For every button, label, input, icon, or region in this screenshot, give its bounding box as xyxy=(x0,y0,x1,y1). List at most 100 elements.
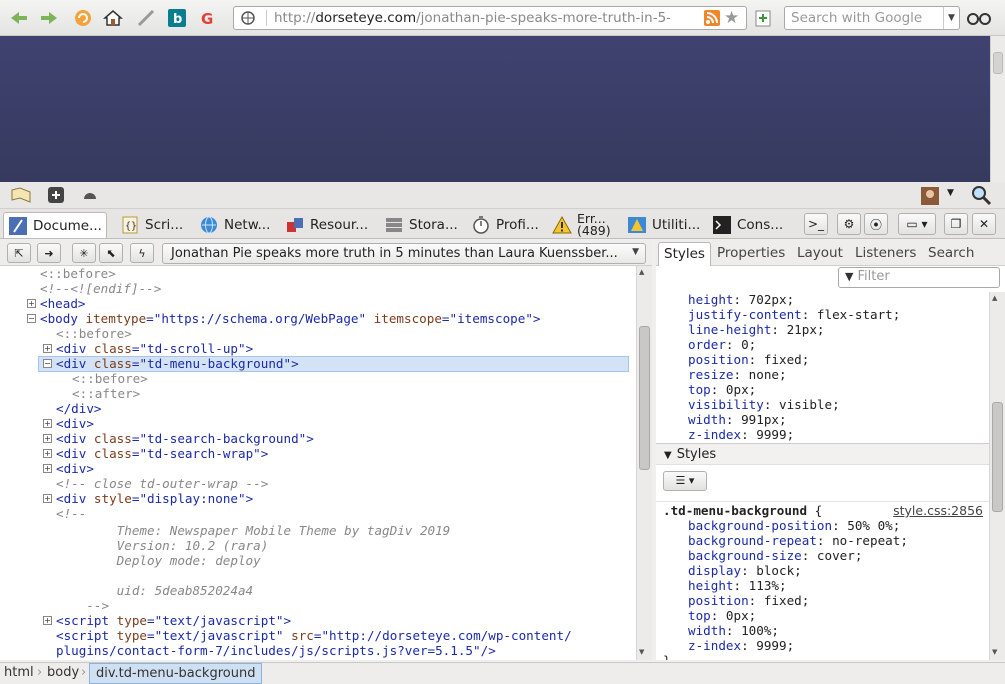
declaration-line[interactable]: display: block; xyxy=(688,563,989,578)
dom-node-line[interactable]: <div class="td-scroll-up"> xyxy=(56,341,253,356)
undock-icon[interactable]: ❐ xyxy=(944,213,968,235)
dom-node-line[interactable]: <::before> xyxy=(72,371,148,386)
expand-twisty-icon[interactable]: + xyxy=(43,449,52,458)
dom-node-line[interactable]: <div style="display:none"> xyxy=(56,491,253,506)
tab-utilities[interactable]: Utiliti... xyxy=(627,212,700,238)
expand-twisty-icon[interactable]: + xyxy=(27,299,36,308)
tab-errors[interactable]: Err... (489) xyxy=(552,212,611,238)
dom-node-line[interactable]: <!--<![endif]--> xyxy=(40,281,161,296)
user-avatar[interactable] xyxy=(921,187,939,209)
tab-styles[interactable]: Styles xyxy=(658,242,711,266)
next-node-icon[interactable]: ➜ xyxy=(37,243,61,263)
style-filter-input[interactable]: ▼ Filter xyxy=(838,267,1000,288)
tab-console[interactable]: Cons... xyxy=(712,212,783,238)
dom-node-line[interactable]: </div> xyxy=(56,401,102,416)
declaration-line[interactable]: height: 113%; xyxy=(688,578,989,593)
dom-tree[interactable]: <::before> <!--<![endif]--> <head> + <body i… xyxy=(0,266,636,660)
dom-node-line[interactable]: Version: 10.2 (rara) xyxy=(56,538,269,553)
google-icon[interactable]: G xyxy=(196,7,218,29)
declaration-line[interactable]: background-repeat: no-repeat; xyxy=(688,533,989,548)
scrollbar-thumb[interactable] xyxy=(992,402,1003,512)
collapse-twisty-icon[interactable]: − xyxy=(43,359,52,368)
dom-node-line[interactable]: <::after> xyxy=(72,386,140,401)
reader-icon[interactable] xyxy=(10,186,32,208)
dom-tree-scrollbar[interactable]: ▲ ▼ xyxy=(636,266,652,660)
settings-gear-icon[interactable]: ⚙ xyxy=(837,213,861,235)
computed-style-line[interactable]: height: 702px; xyxy=(688,292,989,307)
dock-mode-dropdown[interactable]: ▭ ▾ xyxy=(898,213,936,235)
styles-scrollbar[interactable]: ▲ ▼ xyxy=(989,292,1005,660)
tab-listeners[interactable]: Listeners xyxy=(855,245,916,261)
collapse-twisty-icon[interactable]: − xyxy=(27,314,36,323)
breadcrumb-body[interactable]: body xyxy=(47,665,79,680)
declaration-line[interactable]: background-size: cover; xyxy=(688,548,989,563)
tab-layout[interactable]: Layout xyxy=(797,245,843,261)
tab-network[interactable]: Netw... xyxy=(199,212,270,238)
breadcrumb-current[interactable]: div.td-menu-background xyxy=(89,663,263,684)
dom-node-line[interactable]: <::before> xyxy=(40,266,116,281)
bookmark-star-icon[interactable]: ★ xyxy=(724,8,739,28)
dom-node-line[interactable]: plugins/contact-form-7/includes/js/scrip… xyxy=(56,643,496,658)
computed-style-line[interactable]: width: 991px; xyxy=(688,412,989,427)
tab-profiler[interactable]: Profi... xyxy=(471,212,539,238)
rss-feed-icon[interactable] xyxy=(704,10,720,30)
pick-node-icon[interactable]: ⬉ xyxy=(99,243,123,263)
computed-style-line[interactable]: top: 0px; xyxy=(688,382,989,397)
console-toggle-button[interactable]: >_ xyxy=(804,213,828,235)
tab-resources[interactable]: Resour... xyxy=(285,212,368,238)
expand-twisty-icon[interactable]: + xyxy=(43,464,52,473)
tab-document[interactable]: Docume... xyxy=(3,212,107,238)
forward-arrow-icon[interactable] xyxy=(38,7,60,29)
dom-node-line[interactable]: <!-- close td-outer-wrap --> xyxy=(56,476,268,491)
node-selector-dropdown[interactable]: Jonathan Pie speaks more truth in 5 minu… xyxy=(162,243,646,264)
url-text[interactable]: http://dorseteye.com/jonathan-pie-speaks… xyxy=(274,10,670,26)
dom-node-line[interactable]: Theme: Newspaper Mobile Theme by tagDiv … xyxy=(56,523,451,538)
dom-node-line[interactable]: <!-- xyxy=(56,506,86,521)
expand-twisty-icon[interactable]: + xyxy=(43,494,52,503)
computed-style-line[interactable]: resize: none; xyxy=(688,367,989,382)
expand-twisty-icon[interactable]: + xyxy=(43,616,52,625)
dom-node-line[interactable]: Deploy mode: deploy xyxy=(56,553,261,568)
pen-icon[interactable] xyxy=(135,7,157,29)
speed-dial-icon[interactable] xyxy=(82,187,98,207)
breadcrumb-html[interactable]: html xyxy=(4,665,34,680)
url-bar[interactable]: http://dorseteye.com/jonathan-pie-speaks… xyxy=(233,6,747,30)
computed-style-line[interactable]: order: 0; xyxy=(688,337,989,352)
dom-node-line[interactable]: <div class="td-search-background"> xyxy=(56,431,314,446)
event-lightning-icon[interactable]: ϟ xyxy=(130,243,154,263)
dom-node-line[interactable]: <script type="text/javascript" src="http… xyxy=(56,628,572,643)
computed-style-line[interactable]: justify-content: flex-start; xyxy=(688,307,989,322)
dom-node-line[interactable]: <div class="td-menu-background"> xyxy=(56,356,299,371)
search-box[interactable]: Search with Google ▼ xyxy=(784,6,960,30)
fullscreen-icon[interactable] xyxy=(48,187,64,207)
zoom-magnifier-icon[interactable] xyxy=(970,184,992,210)
dom-node-line[interactable]: <::before> xyxy=(56,326,132,341)
back-arrow-icon[interactable] xyxy=(8,7,30,29)
declaration-line[interactable]: position: fixed; xyxy=(688,593,989,608)
computed-style-line[interactable]: visibility: visible; xyxy=(688,397,989,412)
expand-twisty-icon[interactable]: + xyxy=(43,344,52,353)
declaration-line[interactable]: width: 100%; xyxy=(688,623,989,638)
web-page-viewport[interactable] xyxy=(0,36,990,182)
declaration-line[interactable]: background-position: 50% 0%; xyxy=(688,518,989,533)
dom-node-line[interactable]: <script type="text/javascript"> xyxy=(56,613,291,628)
rule-source-link[interactable]: style.css:2856 xyxy=(893,503,983,518)
dom-node-line[interactable]: <div> xyxy=(56,461,94,476)
tab-search[interactable]: Search xyxy=(928,245,974,261)
dom-node-line[interactable]: <body itemtype="https://schema.org/WebPa… xyxy=(40,311,541,326)
dom-node-line[interactable]: <script type="text/javascript" src="http… xyxy=(56,658,564,660)
tab-storage[interactable]: Stora... xyxy=(384,212,458,238)
bing-icon[interactable]: b xyxy=(166,7,188,29)
computed-style-line[interactable]: line-height: 21px; xyxy=(688,322,989,337)
new-rule-dropdown[interactable]: ☰ ▾ xyxy=(663,471,707,491)
inspect-element-icon[interactable]: ✳ xyxy=(72,243,96,263)
home-icon[interactable] xyxy=(102,7,124,29)
viewport-scrollbar[interactable] xyxy=(990,36,1005,182)
close-devtools-icon[interactable]: ✕ xyxy=(972,213,996,235)
remote-debug-icon[interactable]: ⦿ xyxy=(864,213,888,235)
expand-twisty-icon[interactable]: + xyxy=(43,434,52,443)
reader-glasses-icon[interactable] xyxy=(966,7,992,29)
dom-node-line[interactable]: --> xyxy=(56,598,109,613)
search-engine-dropdown-icon[interactable]: ▼ xyxy=(943,7,959,29)
scrollbar-thumb[interactable] xyxy=(639,326,650,470)
